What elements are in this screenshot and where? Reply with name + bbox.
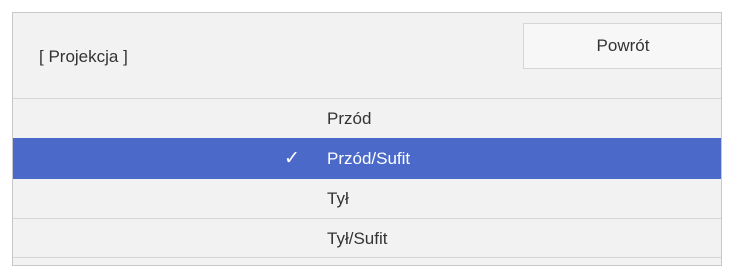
projection-options-list: Przód ✓ Przód/Sufit Tył Tył/Sufit bbox=[13, 98, 721, 258]
back-button[interactable]: Powrót bbox=[523, 23, 721, 69]
checkmark-icon: ✓ bbox=[284, 148, 300, 169]
option-label: Tył/Sufit bbox=[327, 229, 388, 248]
menu-title: [ Projekcja ] bbox=[39, 47, 128, 66]
option-label: Tył bbox=[327, 189, 349, 208]
option-label: Przód bbox=[327, 109, 372, 128]
option-rear-ceiling[interactable]: Tył/Sufit bbox=[13, 218, 721, 258]
option-label: Przód/Sufit bbox=[327, 149, 411, 168]
option-rear[interactable]: Tył bbox=[13, 178, 721, 218]
option-front[interactable]: Przód bbox=[13, 98, 721, 138]
menu-header: [ Projekcja ] Powrót bbox=[13, 13, 721, 98]
projection-menu-panel: [ Projekcja ] Powrót Przód ✓ Przód/Sufit… bbox=[12, 12, 722, 266]
option-front-ceiling[interactable]: ✓ Przód/Sufit bbox=[13, 138, 721, 178]
